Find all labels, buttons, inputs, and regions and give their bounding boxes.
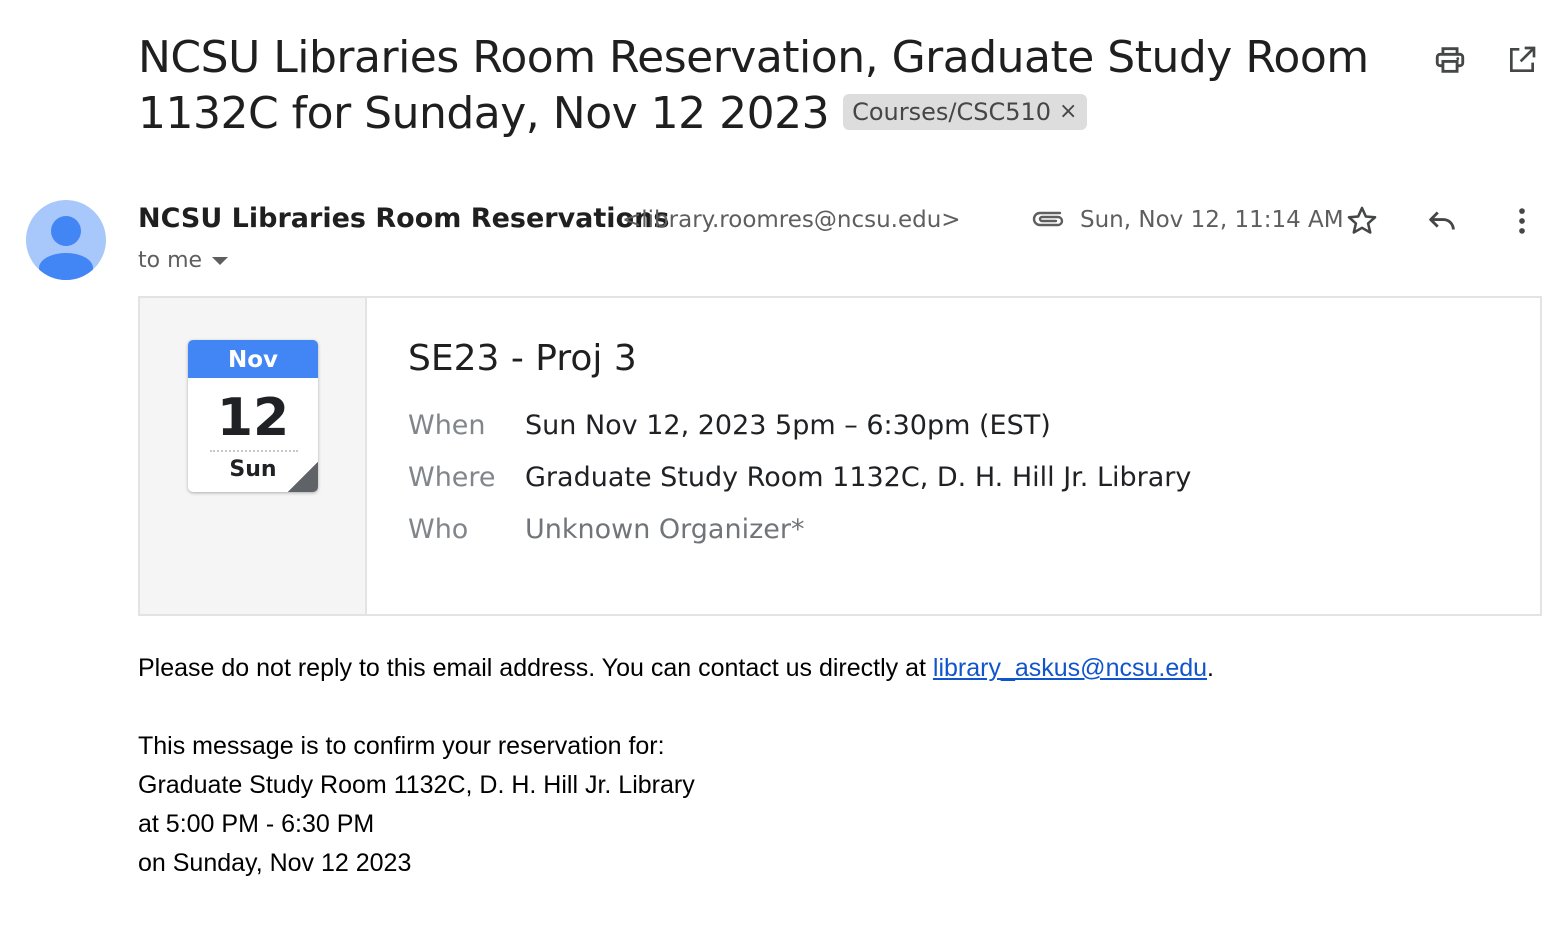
print-button[interactable] xyxy=(1430,40,1470,80)
where-value: Graduate Study Room 1132C, D. H. Hill Jr… xyxy=(525,462,1192,493)
star-button[interactable] xyxy=(1342,201,1382,241)
label-chip-text: Courses/CSC510 xyxy=(852,98,1052,126)
body-confirm-intro: This message is to confirm your reservat… xyxy=(138,732,665,760)
when-label: When xyxy=(408,410,486,441)
body-contact-period: . xyxy=(1207,654,1214,682)
person-icon xyxy=(39,216,93,280)
event-card-date-panel: Nov 12 Sun xyxy=(140,298,367,614)
recipients-text: to me xyxy=(138,248,203,273)
who-label: Who xyxy=(408,514,469,545)
calendar-month: Nov xyxy=(188,340,318,378)
calendar-divider xyxy=(210,450,298,452)
sender-avatar[interactable] xyxy=(26,200,106,280)
print-icon xyxy=(1435,47,1465,73)
body-contact-text: Please do not reply to this email addres… xyxy=(138,654,933,682)
paperclip-icon xyxy=(1032,211,1064,227)
body-confirm-room: Graduate Study Room 1132C, D. H. Hill Jr… xyxy=(138,771,695,799)
star-icon xyxy=(1347,206,1377,234)
email-subject: NCSU Libraries Room Reservation, Graduat… xyxy=(138,30,1398,142)
label-chip[interactable]: Courses/CSC510 × xyxy=(843,94,1088,130)
open-in-new-window-button[interactable] xyxy=(1502,40,1542,80)
calendar-date-icon: Nov 12 Sun xyxy=(188,340,318,492)
more-vert-icon xyxy=(1519,208,1525,234)
reply-icon xyxy=(1429,211,1455,230)
contact-email-link[interactable]: library_askus@ncsu.edu xyxy=(933,654,1207,682)
caret-down-icon xyxy=(212,256,229,265)
calendar-day: 12 xyxy=(216,388,290,448)
reply-button[interactable] xyxy=(1422,201,1462,241)
attachment-indicator xyxy=(1030,203,1066,238)
sender-email: <library.roomres@ncsu.edu> xyxy=(622,207,961,233)
body-contact-line: Please do not reply to this email addres… xyxy=(138,649,1214,688)
open-in-new-icon xyxy=(1510,46,1536,72)
remove-label-icon[interactable]: × xyxy=(1059,94,1077,130)
recipients-dropdown[interactable]: to me xyxy=(138,248,229,273)
who-value: Unknown Organizer* xyxy=(525,514,805,545)
when-value: Sun Nov 12, 2023 5pm – 6:30pm (EST) xyxy=(525,410,1051,441)
subject-text: NCSU Libraries Room Reservation, Graduat… xyxy=(138,32,1369,139)
where-label: Where xyxy=(408,462,496,493)
body-confirmation: This message is to confirm your reservat… xyxy=(138,727,695,883)
more-options-button[interactable] xyxy=(1502,201,1542,241)
body-confirm-date: on Sunday, Nov 12 2023 xyxy=(138,849,412,877)
event-title: SE23 - Proj 3 xyxy=(408,338,637,379)
body-confirm-time: at 5:00 PM - 6:30 PM xyxy=(138,810,375,838)
sender-name: NCSU Libraries Room Reservations xyxy=(138,203,670,234)
message-date: Sun, Nov 12, 11:14 AM xyxy=(1080,207,1344,233)
calendar-page-fold xyxy=(288,462,318,492)
event-card: Nov 12 Sun SE23 - Proj 3 When Sun Nov 12… xyxy=(138,296,1542,616)
